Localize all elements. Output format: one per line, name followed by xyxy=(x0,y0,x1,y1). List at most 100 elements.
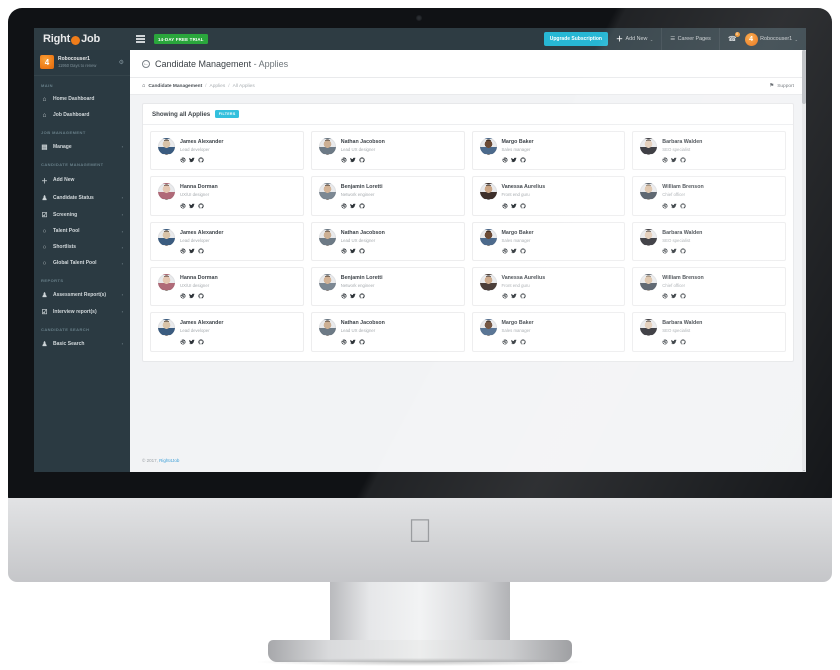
upgrade-subscription-button[interactable]: Upgrade Subscription xyxy=(543,32,608,46)
candidate-card[interactable]: Barbara Walden SEO specialist xyxy=(632,312,786,352)
github-icon[interactable] xyxy=(198,157,204,163)
sidebar-item-screening[interactable]: ☑ Screening › xyxy=(34,206,130,223)
career-pages-link[interactable]: ☰ Career Pages xyxy=(670,36,711,42)
github-icon[interactable] xyxy=(198,293,204,299)
candidate-card[interactable]: Nathan Jacobson Lead UX designer xyxy=(310,312,465,352)
github-icon[interactable] xyxy=(680,339,686,345)
dribbble-icon[interactable] xyxy=(180,157,186,163)
github-icon[interactable] xyxy=(359,203,365,209)
github-icon[interactable] xyxy=(680,293,686,299)
dribbble-icon[interactable] xyxy=(341,293,347,299)
gear-icon[interactable]: ⚙ xyxy=(119,59,124,66)
brand-logo[interactable]: Right Job xyxy=(34,28,130,50)
candidate-card[interactable]: Barbara Walden SEO specialist xyxy=(632,131,786,171)
sidebar-item-add-new[interactable]: ＋ Add New xyxy=(34,170,130,189)
twitter-icon[interactable] xyxy=(189,339,195,345)
twitter-icon[interactable] xyxy=(671,203,677,209)
github-icon[interactable] xyxy=(519,157,526,163)
github-icon[interactable] xyxy=(519,203,526,209)
support-link[interactable]: ⚑ Support xyxy=(769,83,794,89)
twitter-icon[interactable] xyxy=(189,157,195,163)
dribbble-icon[interactable] xyxy=(502,203,508,209)
candidate-card[interactable]: Margo Baker Sales manager xyxy=(471,221,626,262)
back-circle-icon[interactable]: ← xyxy=(142,60,150,68)
github-icon[interactable] xyxy=(359,339,365,345)
dribbble-icon[interactable] xyxy=(180,293,186,299)
twitter-icon[interactable] xyxy=(349,293,356,299)
github-icon[interactable] xyxy=(359,157,365,163)
candidate-card[interactable]: Benjamin Loretti Network engineer xyxy=(310,267,465,307)
candidate-card[interactable]: Nathan Jacobson Lead UX designer xyxy=(310,221,465,262)
twitter-icon[interactable] xyxy=(510,293,517,299)
twitter-icon[interactable] xyxy=(349,157,356,163)
candidate-card[interactable]: William Brenson Chief officer xyxy=(632,267,786,307)
github-icon[interactable] xyxy=(198,203,204,209)
sidebar-item-global-talent-pool[interactable]: ○ Global Talent Pool › xyxy=(34,255,130,271)
dribbble-icon[interactable] xyxy=(180,203,186,209)
notifications-button[interactable]: ☎ 0 xyxy=(728,32,740,43)
dribbble-icon[interactable] xyxy=(502,293,508,299)
sidebar-item-talent-pool[interactable]: ○ Talent Pool › xyxy=(34,223,130,239)
sidebar-item-home-dashboard[interactable]: ⌂ Home Dashboard xyxy=(34,91,130,107)
twitter-icon[interactable] xyxy=(189,248,195,254)
scroll-down-arrow-icon[interactable]: ⌄ xyxy=(802,467,806,472)
candidate-card[interactable]: Margo Baker Sales manager xyxy=(471,312,626,352)
filters-badge[interactable]: FILTERS xyxy=(215,110,240,118)
candidate-card[interactable]: Hanna Dorman UX/UI designer xyxy=(150,267,304,307)
github-icon[interactable] xyxy=(680,203,686,209)
candidate-card[interactable]: Hanna Dorman UX/UI designer xyxy=(150,176,304,216)
sidebar-item-job-dashboard[interactable]: ⌂ Job Dashboard xyxy=(34,107,130,123)
candidate-card[interactable]: Nathan Jacobson Lead UX designer xyxy=(310,131,465,171)
twitter-icon[interactable] xyxy=(510,339,517,345)
dribbble-icon[interactable] xyxy=(341,203,347,209)
candidate-card[interactable]: Margo Baker Sales manager xyxy=(471,131,626,171)
sidebar-item-basic-search[interactable]: ♟ Basic Search › xyxy=(34,335,130,352)
sidebar-item-candidate-status[interactable]: ♟ Candidate Status › xyxy=(34,189,130,206)
dribbble-icon[interactable] xyxy=(180,339,186,345)
twitter-icon[interactable] xyxy=(671,293,677,299)
sidebar-item-interview-report-s[interactable]: ☑ Interview report(s) › xyxy=(34,303,130,320)
dribbble-icon[interactable] xyxy=(662,248,668,254)
footer-brand-link[interactable]: Right4Job xyxy=(159,458,179,463)
github-icon[interactable] xyxy=(519,293,526,299)
sidebar-toggle-button[interactable] xyxy=(136,35,145,43)
twitter-icon[interactable] xyxy=(349,339,356,345)
github-icon[interactable] xyxy=(680,248,686,254)
candidate-card[interactable]: James Alexander Lead developer xyxy=(150,221,304,262)
candidate-card[interactable]: Benjamin Loretti Network engineer xyxy=(310,176,465,216)
candidate-card[interactable]: Vanessa Aurelius Front end guru xyxy=(471,267,626,307)
dribbble-icon[interactable] xyxy=(502,157,508,163)
dribbble-icon[interactable] xyxy=(180,248,186,254)
candidate-card[interactable]: William Brenson Chief officer xyxy=(632,176,786,216)
dribbble-icon[interactable] xyxy=(662,157,668,163)
candidate-card[interactable]: James Alexander Lead developer xyxy=(150,312,304,352)
twitter-icon[interactable] xyxy=(671,339,677,345)
github-icon[interactable] xyxy=(519,339,526,345)
scrollbar-thumb[interactable] xyxy=(802,50,806,104)
twitter-icon[interactable] xyxy=(671,157,677,163)
dribbble-icon[interactable] xyxy=(341,157,347,163)
home-icon[interactable]: ⌂ xyxy=(142,83,145,89)
twitter-icon[interactable] xyxy=(510,203,517,209)
breadcrumb-mid[interactable]: Applies xyxy=(210,84,226,89)
github-icon[interactable] xyxy=(359,248,365,254)
twitter-icon[interactable] xyxy=(510,157,517,163)
scrollbar-track[interactable]: ⌄ xyxy=(802,50,806,472)
twitter-icon[interactable] xyxy=(349,248,356,254)
twitter-icon[interactable] xyxy=(189,203,195,209)
breadcrumb-root[interactable]: Candidate Management xyxy=(148,84,202,89)
sidebar-item-assessment-report-s[interactable]: ♟ Assessment Report(s) › xyxy=(34,286,130,303)
twitter-icon[interactable] xyxy=(189,293,195,299)
candidate-card[interactable]: Barbara Walden SEO specialist xyxy=(632,221,786,262)
sidebar-item-shortlists[interactable]: ○ Shortlists › xyxy=(34,239,130,255)
sidebar-profile[interactable]: 4 Robocouser1 11950 Days to renew ⚙ xyxy=(34,50,130,76)
github-icon[interactable] xyxy=(198,339,204,345)
candidate-card[interactable]: Vanessa Aurelius Front end guru xyxy=(471,176,626,216)
twitter-icon[interactable] xyxy=(349,203,356,209)
github-icon[interactable] xyxy=(198,248,204,254)
user-menu[interactable]: 4 Robocouser1 ⌄ xyxy=(744,32,798,46)
dribbble-icon[interactable] xyxy=(341,248,347,254)
add-new-menu[interactable]: ＋ Add New ⌄ xyxy=(616,36,653,43)
candidate-card[interactable]: James Alexander Lead developer xyxy=(150,131,304,171)
dribbble-icon[interactable] xyxy=(662,293,668,299)
